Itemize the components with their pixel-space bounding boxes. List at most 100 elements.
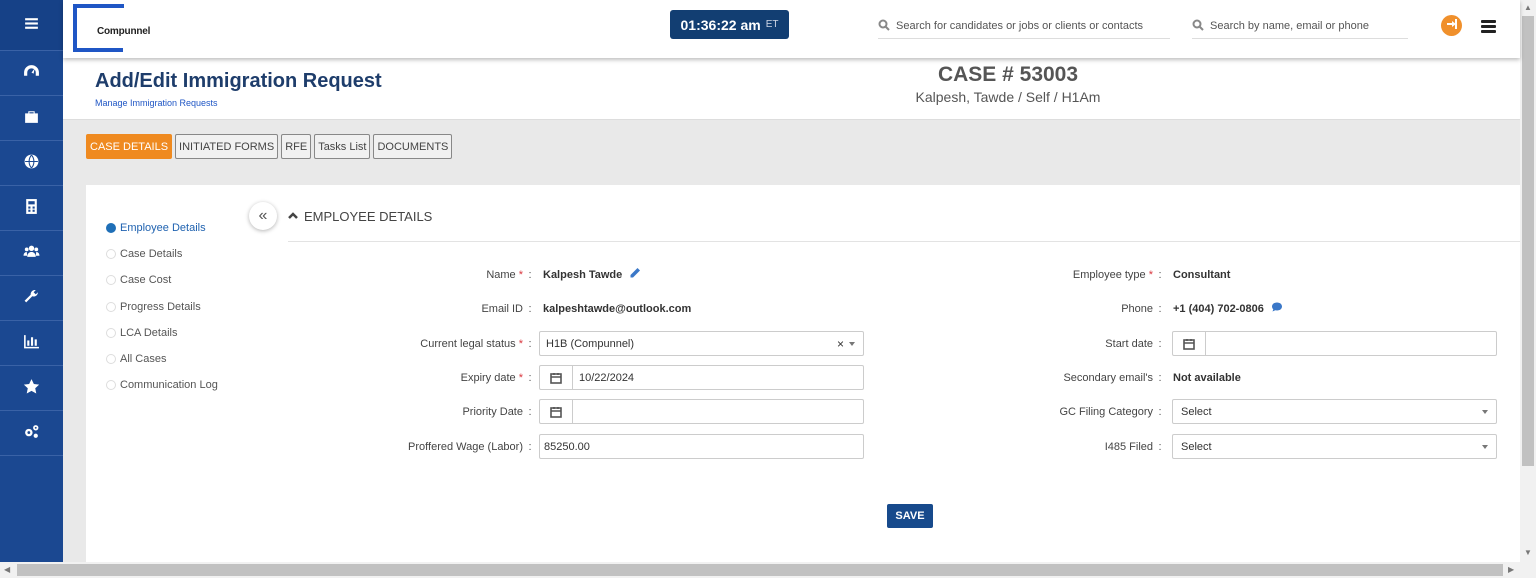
- left-nav: [0, 0, 63, 562]
- nav-tools[interactable]: [0, 276, 63, 321]
- email-label: Email ID: [481, 302, 523, 315]
- gc-filing-select[interactable]: Select: [1172, 399, 1497, 424]
- chevron-up-icon: [288, 209, 298, 224]
- section-nav-label: Case Details: [120, 248, 183, 261]
- nav-calculator[interactable]: [0, 186, 63, 231]
- star-icon: [23, 378, 40, 398]
- colon: :: [528, 302, 532, 315]
- section-nav-label: Employee Details: [120, 222, 206, 235]
- globe-icon: [23, 153, 40, 173]
- gc-filing-value: Select: [1181, 405, 1212, 418]
- save-button[interactable]: SAVE: [887, 504, 933, 528]
- colon: :: [1158, 405, 1162, 418]
- nav-menu[interactable]: [0, 0, 63, 51]
- vertical-scrollbar[interactable]: ▲ ▼: [1520, 0, 1536, 562]
- radio-dot-icon: [106, 249, 116, 260]
- dashboard-icon: [23, 63, 40, 83]
- radio-dot-icon: [106, 301, 116, 312]
- nav-favorites[interactable]: [0, 366, 63, 411]
- global-search-input[interactable]: Search for candidates or jobs or clients…: [878, 14, 1170, 39]
- section-nav-progress-details[interactable]: Progress Details: [106, 294, 218, 320]
- colon: :: [1158, 268, 1162, 281]
- wage-input[interactable]: 85250.00: [539, 434, 864, 459]
- section-nav-label: Case Cost: [120, 274, 172, 287]
- calendar-icon[interactable]: [1173, 332, 1206, 355]
- expiry-label: Expiry date *: [460, 371, 523, 384]
- name-value: Kalpesh Tawde: [543, 267, 641, 282]
- nav-reports[interactable]: [0, 321, 63, 366]
- calendar-icon[interactable]: [540, 366, 573, 389]
- section-nav-lca-details[interactable]: LCA Details: [106, 320, 218, 346]
- priority-label: Priority Date: [462, 405, 523, 418]
- tab-tasks-list[interactable]: Tasks List: [314, 134, 371, 159]
- person-search-input[interactable]: Search by name, email or phone: [1192, 14, 1408, 39]
- tab-documents[interactable]: DOCUMENTS: [373, 134, 453, 159]
- section-nav-all-cases[interactable]: All Cases: [106, 346, 218, 372]
- email-value: kalpeshtawde@outlook.com: [543, 302, 692, 315]
- scroll-down-icon[interactable]: ▼: [1524, 548, 1532, 557]
- start-date-input[interactable]: [1172, 331, 1497, 356]
- nav-users[interactable]: [0, 231, 63, 276]
- i485-value: Select: [1181, 440, 1212, 453]
- section-nav-label: LCA Details: [120, 326, 178, 339]
- phone-value: +1 (404) 702-0806: [1173, 301, 1283, 316]
- legal-status-value: H1B (Compunnel): [546, 337, 635, 350]
- tab-rfe[interactable]: RFE: [281, 134, 312, 159]
- start-date-label: Start date: [1105, 337, 1153, 350]
- scroll-right-icon[interactable]: ▶: [1508, 565, 1514, 574]
- collapse-nav-button[interactable]: «: [249, 202, 277, 230]
- expiry-date-input[interactable]: 10/22/2024: [539, 365, 864, 390]
- section-nav-label: Progress Details: [120, 300, 201, 313]
- horizontal-scrollbar[interactable]: ◀ ▶: [0, 562, 1536, 578]
- section-nav-communication-log[interactable]: Communication Log: [106, 372, 218, 398]
- employee-type-label: Employee type *: [1072, 268, 1153, 281]
- employee-details-header[interactable]: EMPLOYEE DETAILS: [288, 209, 432, 224]
- pencil-icon[interactable]: [629, 267, 641, 282]
- section-nav-employee-details[interactable]: Employee Details: [106, 215, 218, 241]
- nav-global[interactable]: [0, 141, 63, 186]
- i485-select[interactable]: Select: [1172, 434, 1497, 459]
- field-i485-filed: I485 Filed : Select: [1026, 434, 1497, 459]
- section-nav-case-details[interactable]: Case Details: [106, 241, 218, 267]
- clock-display: 01:36:22 am ET: [670, 10, 789, 39]
- gears-icon: [23, 423, 40, 443]
- scroll-left-icon[interactable]: ◀: [4, 565, 10, 574]
- colon: :: [1158, 302, 1162, 315]
- vertical-scroll-thumb[interactable]: [1522, 16, 1534, 466]
- field-phone: Phone : +1 (404) 702-0806: [1026, 296, 1283, 321]
- colon: :: [1158, 337, 1162, 350]
- field-priority-date: Priority Date :: [376, 399, 864, 424]
- tab-case-details[interactable]: CASE DETAILS: [86, 134, 173, 159]
- section-nav-case-cost[interactable]: Case Cost: [106, 267, 218, 293]
- colon: :: [528, 371, 532, 384]
- i485-label: I485 Filed: [1104, 440, 1153, 453]
- hamburger-menu-icon[interactable]: [1481, 20, 1496, 33]
- logout-button[interactable]: [1441, 15, 1462, 36]
- calendar-icon[interactable]: [540, 400, 573, 423]
- dropdown-arrow-icon: [849, 341, 855, 346]
- field-start-date: Start date :: [1026, 331, 1497, 356]
- colon: :: [1158, 440, 1162, 453]
- priority-date-input[interactable]: [539, 399, 864, 424]
- case-details-card: Employee Details Case Details Case Cost …: [86, 185, 1520, 562]
- wrench-icon: [23, 288, 40, 308]
- wage-value: 85250.00: [544, 440, 590, 453]
- dropdown-arrow-icon: [1482, 444, 1488, 449]
- nav-dashboard[interactable]: [0, 51, 63, 96]
- chat-bubble-icon[interactable]: [1271, 301, 1283, 316]
- top-header: Compunnel 01:36:22 am ET Search for cand…: [63, 0, 1520, 58]
- tab-initiated-forms[interactable]: INITIATED FORMS: [175, 134, 279, 159]
- radio-dot-icon: [106, 380, 116, 391]
- horizontal-scroll-thumb[interactable]: [17, 564, 1503, 576]
- bar-chart-icon: [23, 333, 40, 353]
- field-legal-status: Current legal status * : H1B (Compunnel)…: [376, 331, 864, 356]
- legal-status-select[interactable]: H1B (Compunnel) ×: [539, 331, 864, 356]
- scroll-up-icon[interactable]: ▲: [1524, 3, 1532, 12]
- nav-settings[interactable]: [0, 411, 63, 456]
- colon: :: [528, 405, 532, 418]
- legal-status-label: Current legal status *: [420, 337, 523, 350]
- nav-jobs[interactable]: [0, 96, 63, 141]
- colon: :: [528, 337, 532, 350]
- breadcrumb-link[interactable]: Manage Immigration Requests: [95, 98, 218, 108]
- clear-icon[interactable]: ×: [837, 337, 844, 351]
